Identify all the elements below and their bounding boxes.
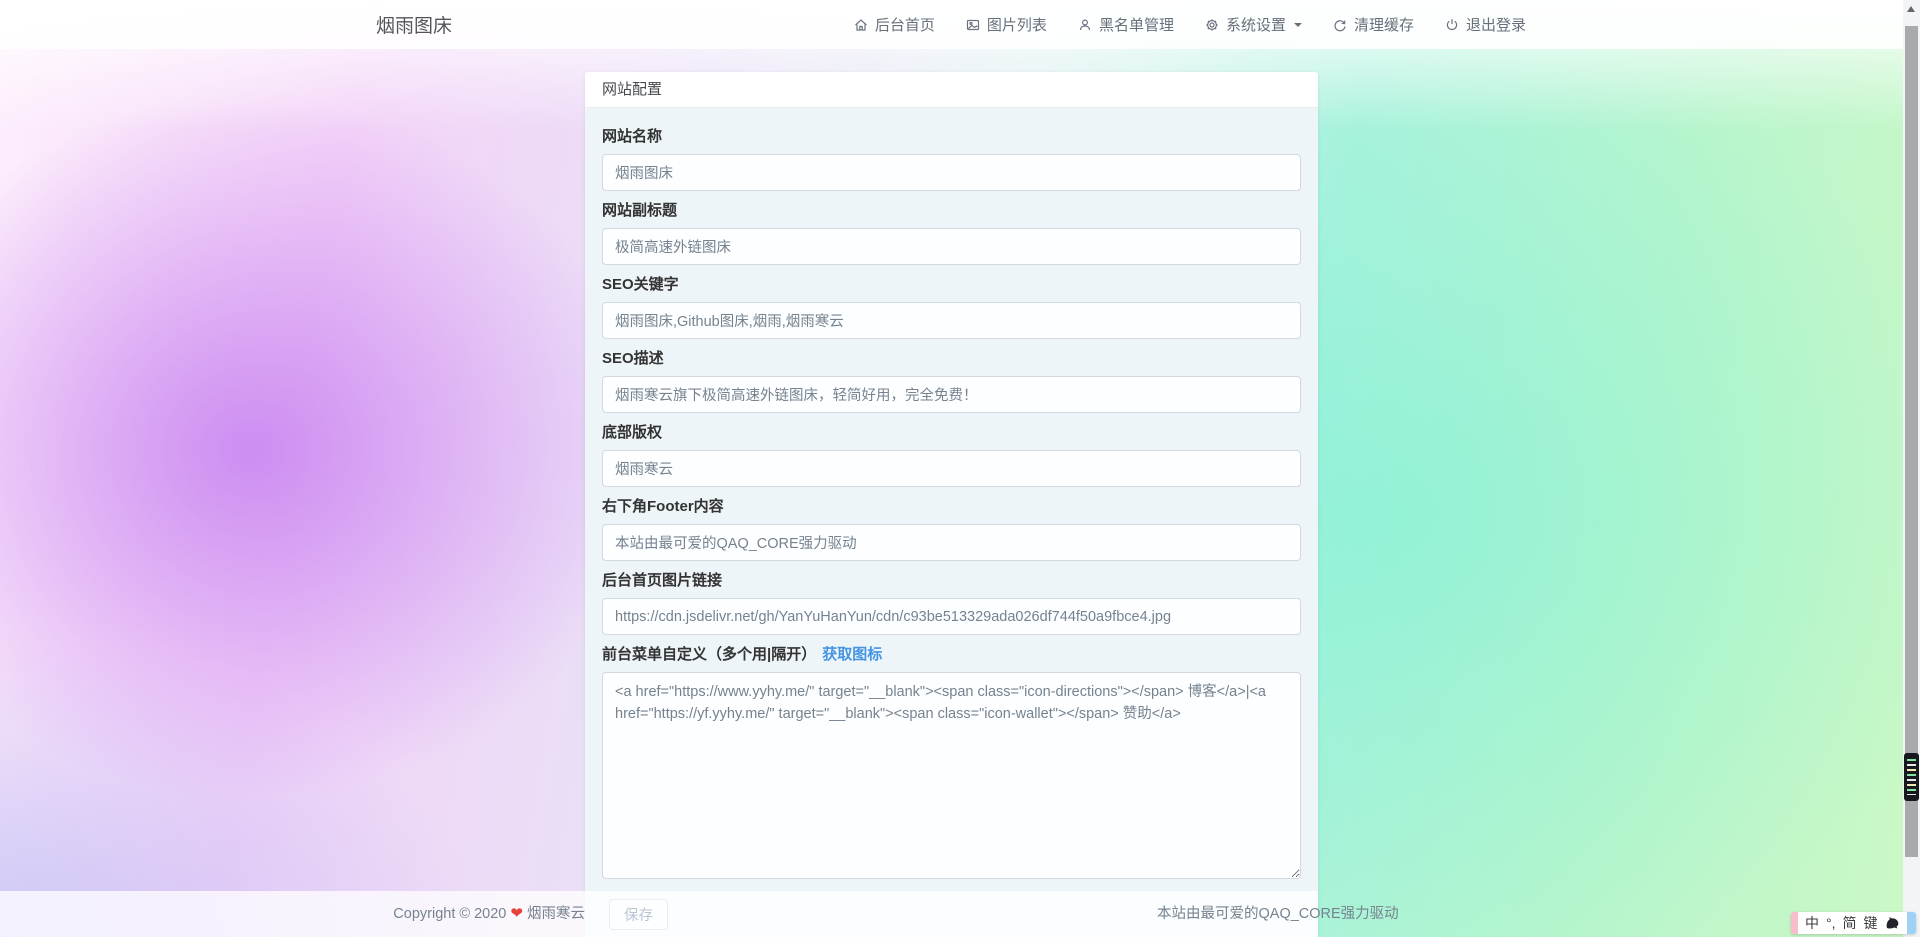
site-subtitle-field[interactable] [602,228,1301,265]
frontend-menu-label: 前台菜单自定义（多个用|隔开） [602,646,816,664]
nav-item-label: 图片列表 [987,14,1047,35]
seo-description-field[interactable] [602,376,1301,413]
nav-item-label: 退出登录 [1466,14,1526,35]
ime-right-cap [1907,912,1916,934]
admin-home-image-label: 后台首页图片链接 [602,572,722,590]
nav-menu: 后台首页 图片列表 黑名单管理 [853,14,1526,35]
scrollbar-thumb[interactable] [1905,26,1918,857]
copyright-name: 烟雨寒云 [527,906,585,922]
footer-right-label: 右下角Footer内容 [602,498,724,516]
nav-item-label: 清理缓存 [1354,14,1414,35]
footer-copyright-label: 底部版权 [602,424,662,442]
nav-item-blacklist[interactable]: 黑名单管理 [1077,14,1174,35]
copyright-prefix: Copyright © 2020 [393,906,506,922]
get-icons-link[interactable]: 获取图标 [822,646,882,664]
form-group-frontend-menu: 前台菜单自定义（多个用|隔开） 获取图标 <a href="https://ww… [602,646,1301,879]
nav-item-label: 后台首页 [875,14,935,35]
footer-copyright-text: Copyright © 2020 ❤ 烟雨寒云 [0,891,585,937]
form-group-site-subtitle: 网站副标题 [602,202,1301,265]
nav-item-logout[interactable]: 退出登录 [1444,14,1526,35]
ime-status-bar[interactable]: 中 °, 简 键 [1791,912,1916,934]
form-group-seo-keywords: SEO关键字 [602,276,1301,339]
power-icon [1444,17,1460,33]
image-icon [965,17,981,33]
gear-icon [1204,17,1220,33]
home-icon [853,17,869,33]
nav-item-label: 系统设置 [1226,14,1286,35]
site-name-field[interactable] [602,154,1301,191]
form-group-admin-home-image: 后台首页图片链接 [602,572,1301,635]
ime-mode-chinese[interactable]: 中 [1805,912,1819,934]
scrollbar-up-arrow-icon[interactable] [1907,6,1915,12]
brand-title: 烟雨图床 [376,11,452,38]
navbar-container: 烟雨图床 后台首页 图片列表 [376,0,1526,49]
heart-icon: ❤ [510,905,523,922]
form-group-footer-right: 右下角Footer内容 [602,498,1301,561]
seo-keywords-field[interactable] [602,302,1301,339]
ime-simplified[interactable]: 简 [1843,912,1857,934]
top-navbar: 烟雨图床 后台首页 图片列表 [0,0,1903,49]
nav-item-admin-home[interactable]: 后台首页 [853,14,935,35]
refresh-icon [1332,17,1348,33]
chevron-down-icon [1294,23,1302,27]
site-config-panel: 网站配置 网站名称 网站副标题 SEO关键字 SEO描述 底部版权 右下角Foo… [585,72,1318,937]
save-button[interactable]: 保存 [609,899,668,930]
nav-item-image-list[interactable]: 图片列表 [965,14,1047,35]
ime-left-cap [1791,912,1798,934]
admin-home-image-field[interactable] [602,598,1301,635]
site-name-label: 网站名称 [602,128,662,146]
site-subtitle-label: 网站副标题 [602,202,677,220]
form-group-site-name: 网站名称 [602,128,1301,191]
user-icon [1077,17,1093,33]
floating-widget-stripes [1907,759,1916,795]
ime-logo-icon[interactable] [1885,916,1900,930]
ime-punctuation[interactable]: °, [1826,912,1836,934]
panel-body: 网站名称 网站副标题 SEO关键字 SEO描述 底部版权 右下角Footer内容… [585,108,1318,879]
ime-soft-keyboard[interactable]: 键 [1864,912,1878,934]
footer-copyright-field[interactable] [602,450,1301,487]
form-group-footer-copyright: 底部版权 [602,424,1301,487]
floating-widget[interactable] [1904,753,1919,801]
seo-description-label: SEO描述 [602,350,664,368]
nav-item-label: 黑名单管理 [1099,14,1174,35]
form-group-seo-description: SEO描述 [602,350,1301,413]
footer-powered-text: 本站由最可爱的QAQ_CORE强力驱动 [1157,891,1399,937]
nav-item-system-settings[interactable]: 系统设置 [1204,14,1302,35]
frontend-menu-textarea[interactable]: <a href="https://www.yyhy.me/" target="_… [602,672,1301,879]
ime-body: 中 °, 简 键 [1798,912,1907,934]
seo-keywords-label: SEO关键字 [602,276,679,294]
panel-title: 网站配置 [585,72,1318,108]
nav-item-clear-cache[interactable]: 清理缓存 [1332,14,1414,35]
footer-right-content-field[interactable] [602,524,1301,561]
